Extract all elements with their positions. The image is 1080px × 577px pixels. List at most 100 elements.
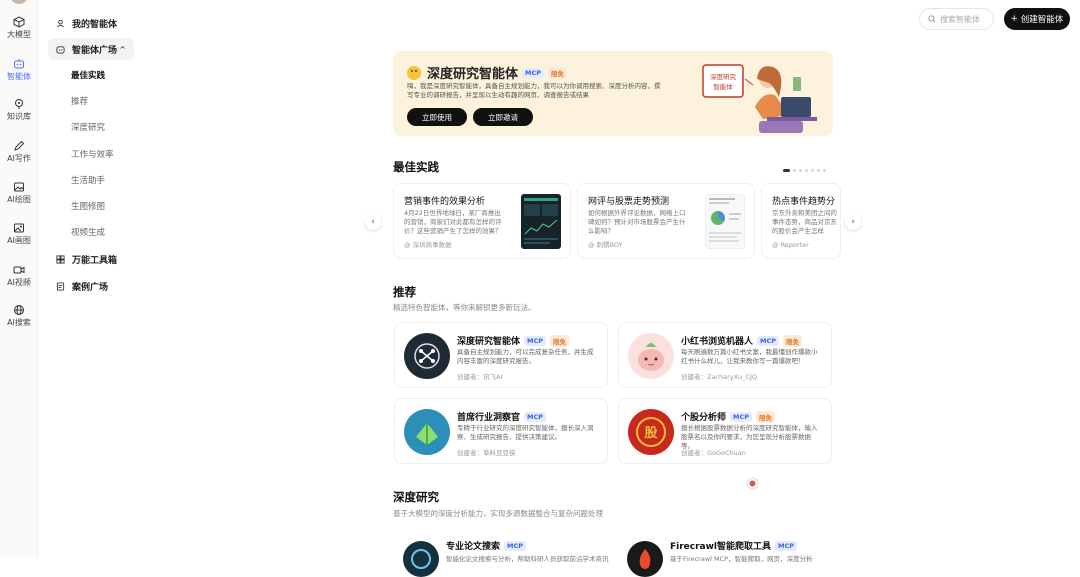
nav-sub-life[interactable]: 生活助手 xyxy=(40,169,135,191)
search-icon xyxy=(928,15,936,23)
report-thumbnail xyxy=(705,194,745,249)
mcp-tag: MCP xyxy=(757,335,780,346)
agent-title-text: 深度研究智能体 xyxy=(457,337,521,347)
nav-sub-best[interactable]: 最佳实践 xyxy=(40,64,135,86)
nav-toolbox[interactable]: 万能工具箱 xyxy=(40,248,135,270)
best-practice-card[interactable]: 营销事件的效果分析 4月22日世界地球日，某厂商推出的营销，商家们对此都有怎样的… xyxy=(393,183,571,259)
card-desc: 4月22日世界地球日，某厂商推出的营销，商家们对此都有怎样的评价？这些营销产生了… xyxy=(404,209,502,235)
featured-banner[interactable]: 深度研究智能体 MCP 限免 嗨，我是深度研究智能体，具备自主规划能力，我可以为… xyxy=(393,51,833,136)
carousel-prev-button[interactable]: ‹ xyxy=(365,214,381,230)
card-author: @ 刺猬BOY xyxy=(588,241,623,249)
nav-agent-plaza[interactable]: 智能体广场 ^ xyxy=(48,38,134,60)
banner-illustration: 深度研究 智能体 xyxy=(702,64,817,133)
invite-now-button[interactable]: 立即邀请 xyxy=(473,108,533,126)
nav-sub-work[interactable]: 工作与效率 xyxy=(40,143,135,165)
carousel-dot-active[interactable] xyxy=(783,169,790,172)
rail-item-video[interactable]: AI视频 xyxy=(0,264,38,288)
nav-sub-deep-research[interactable]: 深度研究 xyxy=(40,116,135,138)
pen-icon xyxy=(14,140,25,151)
illus-text-2: 智能体 xyxy=(713,82,733,91)
rail-label: 大模型 xyxy=(7,30,31,39)
banner-desc: 嗨，我是深度研究智能体，具备自主规划能力，我可以为你调用搜索、深度分析内容，撰写… xyxy=(407,82,661,99)
recommend-subtitle: 精选特色智能体，等你来解锁更多新玩法。 xyxy=(393,303,536,312)
agent-card[interactable]: 专业论文搜索 MCP 智能化论文搜索与分析，帮助科研人员获取前沿学术资讯 xyxy=(394,535,609,577)
carousel-dot[interactable] xyxy=(811,169,814,172)
user-icon xyxy=(57,19,64,27)
mcp-tag: MCP xyxy=(775,540,798,551)
agent-title: Firecrawl智能爬取工具 MCP xyxy=(670,539,798,552)
agent-title: 专业论文搜索 MCP xyxy=(446,539,527,552)
nav-label: 智能体广场 xyxy=(72,45,118,56)
free-tag: 限免 xyxy=(550,334,570,347)
rail-item-models[interactable]: 大模型 xyxy=(0,16,38,40)
agent-avatar xyxy=(404,333,450,379)
recommend-title: 推荐 xyxy=(393,285,416,299)
card-author: @ 深圳商事数据 xyxy=(404,241,452,249)
video-icon xyxy=(13,266,25,274)
nav-sub-recommend[interactable]: 推荐 xyxy=(40,90,135,112)
rail-item-agents[interactable]: 智能体 xyxy=(0,58,38,82)
nav-my-agents[interactable]: 我的智能体 xyxy=(40,12,135,34)
nav-label: 我的智能体 xyxy=(72,19,118,30)
card-title: 营销事件的效果分析 xyxy=(404,197,486,207)
agent-card[interactable]: 小红书浏览机器人 MCP 限免 每天刷遍数万篇小红书文案，我最懂创作爆款小红书什… xyxy=(618,322,832,388)
agent-icon xyxy=(14,59,24,69)
carousel-next-button[interactable]: › xyxy=(845,214,861,230)
carousel-dot[interactable] xyxy=(799,169,802,172)
deep-research-subtitle: 基于大模型的深度分析能力，实现多源数据整合与复杂问题处理 xyxy=(393,509,603,518)
carousel-dot[interactable] xyxy=(823,169,826,172)
nav-label: 案例广场 xyxy=(72,282,109,293)
rail-item-drawing[interactable]: AI绘图 xyxy=(0,181,38,205)
agent-avatar xyxy=(403,541,439,577)
mcp-tag: MCP xyxy=(730,411,753,422)
icon-rail: 大模型 智能体 知识库 AI写作 AI绘图 AI画图 AI视频 AI搜索 xyxy=(0,0,38,557)
carousel-dot[interactable] xyxy=(817,169,820,172)
agent-avatar: 股 xyxy=(628,409,674,455)
rail-item-painting[interactable]: AI画图 xyxy=(0,222,38,246)
carousel-dot[interactable] xyxy=(805,169,808,172)
feedback-float-icon[interactable] xyxy=(746,477,759,490)
mcp-tag: MCP xyxy=(504,540,527,551)
nav-case-plaza[interactable]: 案例广场 xyxy=(40,275,135,297)
card-author: @ Reporter xyxy=(772,241,809,249)
nav-sub-video[interactable]: 视频生成 xyxy=(40,221,135,243)
agent-nav: 我的智能体 智能体广场 ^ 最佳实践 推荐 深度研究 工作与效率 生活助手 生图… xyxy=(40,0,140,557)
carousel-dots[interactable] xyxy=(783,169,826,172)
rail-label: AI画图 xyxy=(7,236,31,245)
plus-icon: + xyxy=(1010,14,1018,24)
chevron-up-icon[interactable]: ^ xyxy=(119,45,126,54)
location-icon xyxy=(15,99,23,109)
cube-icon xyxy=(13,16,25,28)
agent-title-text: 个股分析师 xyxy=(681,413,727,423)
card-desc: 如何根据外界评论数据，网络上口碑如何？预计对市场股票会产生什么影响？ xyxy=(588,209,686,235)
chevron-left-icon: ‹ xyxy=(371,217,375,227)
carousel-dot[interactable] xyxy=(793,169,796,172)
nav-sub-image[interactable]: 生图修图 xyxy=(40,195,135,217)
best-practice-card[interactable]: 网评与股票走势预测 如何根据外界评论数据，网络上口碑如何？预计对市场股票会产生什… xyxy=(577,183,755,259)
use-now-button[interactable]: 立即使用 xyxy=(407,108,467,126)
agent-creator: 创建者：GoGoChuan xyxy=(681,449,746,457)
rail-label: AI视频 xyxy=(7,278,31,287)
search-input[interactable]: 搜索智能体 xyxy=(919,8,994,30)
agent-card[interactable]: Firecrawl智能爬取工具 MCP 基于Firecrawl MCP，智能爬取… xyxy=(618,535,832,577)
rail-item-writing[interactable]: AI写作 xyxy=(0,140,38,164)
agent-card[interactable]: 深度研究智能体 MCP 限免 具备自主规划能力，可以完成复杂任务，并生成内容丰富… xyxy=(394,322,608,388)
best-practice-card[interactable]: 热点事件趋势分 京东外卖和美团之间的事件态势，商品对京东的股价会产生怎样 @ R… xyxy=(761,183,841,259)
rail-item-knowledge[interactable]: 知识库 xyxy=(0,98,38,122)
agent-avatar xyxy=(628,333,674,379)
agent-title: 首席行业洞察官 MCP xyxy=(457,410,547,423)
user-avatar[interactable] xyxy=(10,0,28,4)
create-agent-button[interactable]: + 创建智能体 xyxy=(1004,8,1070,30)
agent-card[interactable]: 首席行业洞察官 MCP 专精于行业研究的深度研究智能体，擅长深入洞察、生成研究报… xyxy=(394,398,608,464)
mcp-tag: MCP xyxy=(524,411,547,422)
rail-item-search[interactable]: AI搜索 xyxy=(0,304,38,328)
agent-icon xyxy=(56,45,65,54)
agent-desc: 专精于行业研究的深度研究智能体，擅长深入洞察、生成研究报告、提供决策建议。 xyxy=(457,424,594,441)
free-tag: 限免 xyxy=(783,334,803,347)
best-practice-title: 最佳实践 xyxy=(393,160,439,174)
agent-title: 个股分析师 MCP 限免 xyxy=(681,410,776,423)
agent-card[interactable]: 股 个股分析师 MCP 限免 擅长根据股票数据分析的深度研究智能体，输入股票名以… xyxy=(618,398,832,464)
case-icon xyxy=(56,281,65,291)
toolbox-icon xyxy=(56,254,65,264)
search-placeholder: 搜索智能体 xyxy=(940,14,980,24)
